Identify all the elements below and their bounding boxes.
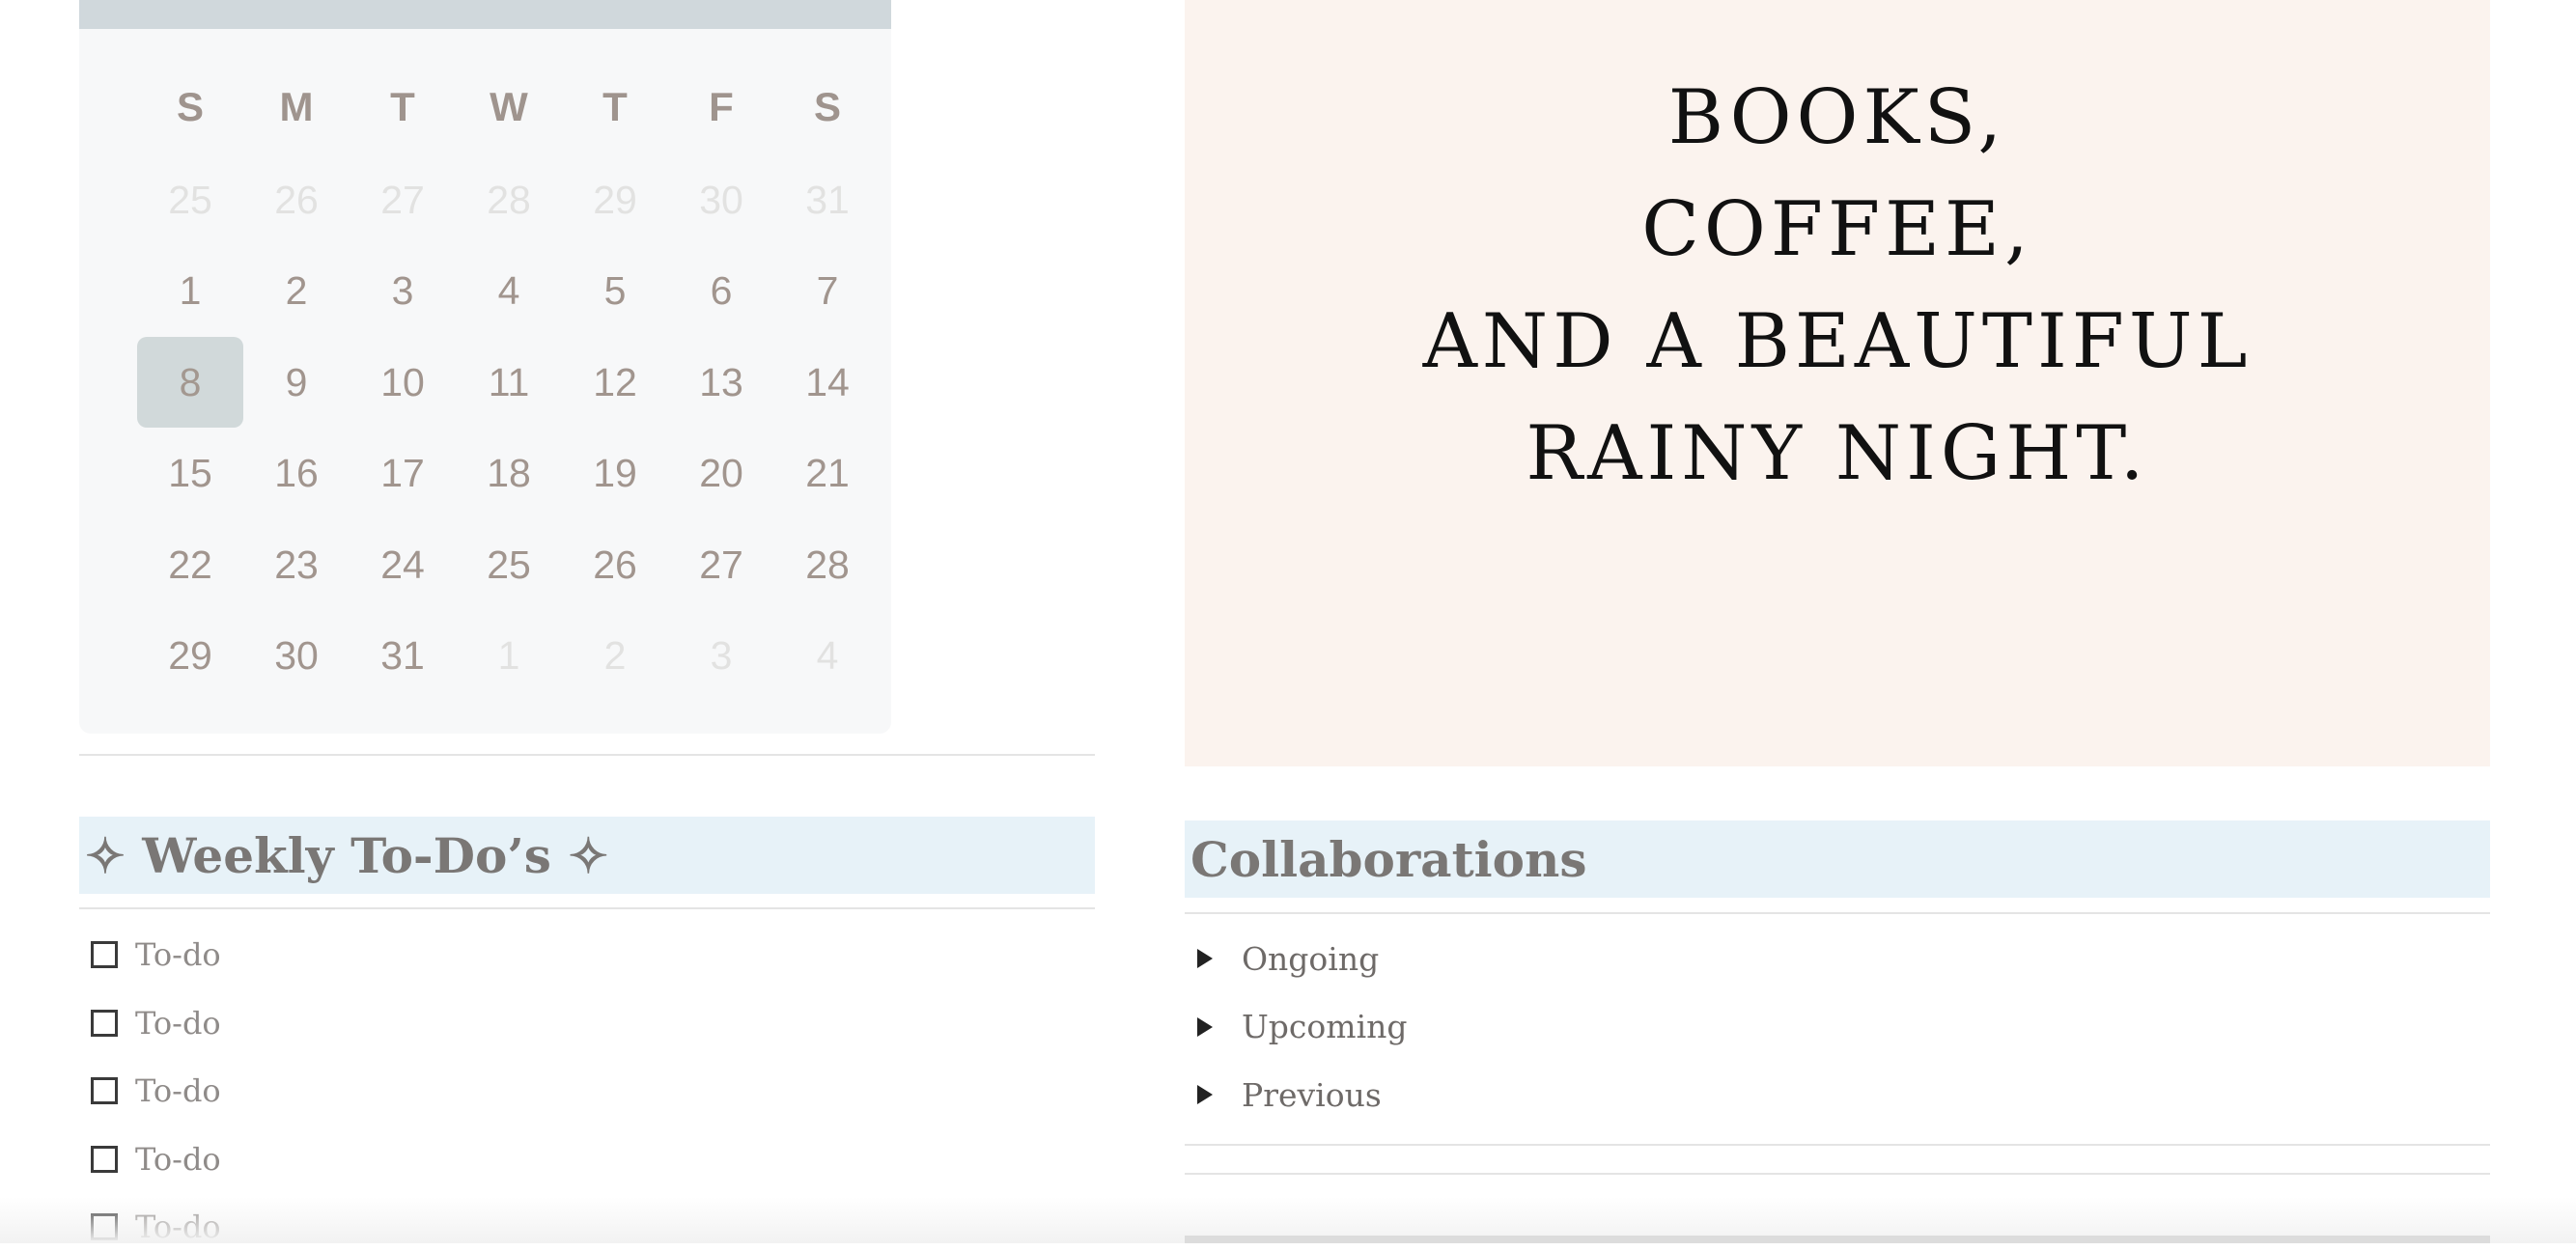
todo-checkbox[interactable]	[91, 1077, 118, 1104]
calendar-day[interactable]: 5	[562, 246, 668, 337]
calendar-day[interactable]: 30	[668, 154, 774, 245]
toggle-label[interactable]: Upcoming	[1242, 1008, 1408, 1045]
calendar-day[interactable]: 23	[243, 519, 350, 610]
quote-line: RAINY NIGHT.	[1526, 410, 2149, 497]
todo-item[interactable]: To-do	[91, 1067, 221, 1115]
calendar-day[interactable]: 2	[562, 611, 668, 702]
todo-item[interactable]: To-do	[91, 931, 221, 979]
toggle-label[interactable]: Ongoing	[1242, 940, 1379, 978]
divider	[1185, 1173, 2490, 1175]
calendar-day[interactable]: 1	[137, 246, 243, 337]
calendar-day[interactable]: 26	[243, 154, 350, 245]
calendar-day[interactable]: 13	[668, 337, 774, 428]
calendar-day[interactable]: 3	[350, 246, 456, 337]
calendar-day[interactable]: 14	[774, 337, 881, 428]
todo-checkbox[interactable]	[91, 1009, 118, 1037]
calendar-day[interactable]: 31	[774, 154, 881, 245]
calendar-widget: SMTWTFS 25 26 27 28 29 30 31 1 2 3 4 5 6 7 8 9 10 11 12 13 1…	[79, 0, 891, 734]
divider	[1185, 912, 2490, 914]
todo-item[interactable]: To-do	[91, 999, 221, 1047]
quote-line: BOOKS,	[1667, 74, 2007, 161]
calendar-day[interactable]: 15	[137, 429, 243, 519]
calendar-day[interactable]: 28	[774, 519, 881, 610]
quote-line: AND A BEAUTIFUL	[1422, 298, 2253, 385]
calendar-day[interactable]: 7	[774, 246, 881, 337]
weekday-label: T	[602, 84, 628, 129]
calendar-day[interactable]: 6	[668, 246, 774, 337]
calendar-weekday-header: SMTWTFS	[79, 62, 891, 154]
todo-item[interactable]: To-do	[91, 1135, 221, 1183]
calendar-day[interactable]: 25	[137, 154, 243, 245]
quote-text: BOOKS, COFFEE, AND A BEAUTIFUL RAINY NIGHT.	[1185, 62, 2490, 510]
collaborations-heading: Collaborations	[1185, 820, 2490, 898]
calendar-day[interactable]: 24	[350, 519, 456, 610]
calendar-day-today[interactable]: 8	[137, 337, 243, 428]
calendar-day[interactable]: 2	[243, 246, 350, 337]
calendar-day[interactable]: 11	[456, 337, 562, 428]
next-block-edge	[1185, 1236, 2490, 1243]
calendar-day[interactable]: 1	[456, 611, 562, 702]
weekday-label: F	[709, 84, 734, 129]
calendar-week-row: 25 26 27 28 29 30 31	[79, 154, 891, 245]
weekday-label: M	[279, 84, 314, 129]
toggle-arrow-icon[interactable]	[1197, 1016, 1213, 1037]
todo-label[interactable]: To-do	[135, 1072, 221, 1109]
weekday-label: W	[490, 84, 528, 129]
calendar-day[interactable]: 3	[668, 611, 774, 702]
calendar-day[interactable]: 27	[668, 519, 774, 610]
toggle-label[interactable]: Previous	[1242, 1076, 1382, 1114]
calendar-day[interactable]: 21	[774, 429, 881, 519]
quote-line: COFFEE,	[1641, 186, 2033, 273]
toggle-arrow-icon[interactable]	[1197, 1085, 1213, 1104]
divider	[1185, 1144, 2490, 1146]
weekday-label: S	[176, 84, 204, 129]
calendar-day[interactable]: 30	[243, 611, 350, 702]
calendar-week-row: 22 23 24 25 26 27 28	[79, 519, 891, 610]
divider	[79, 907, 1095, 909]
calendar-week-row: 15 16 17 18 19 20 21	[79, 429, 891, 519]
calendar-day[interactable]: 27	[350, 154, 456, 245]
calendar-week-row: 1234567	[79, 246, 891, 337]
calendar-day[interactable]: 18	[456, 429, 562, 519]
calendar-day[interactable]: 9	[243, 337, 350, 428]
todo-label[interactable]: To-do	[135, 1141, 221, 1178]
calendar-week-row: 29 30 31 1 2 3 4	[79, 611, 891, 702]
todo-label[interactable]: To-do	[135, 1005, 221, 1042]
toggle-previous[interactable]: Previous	[1197, 1070, 1382, 1119]
calendar-day[interactable]: 22	[137, 519, 243, 610]
calendar-day[interactable]: 19	[562, 429, 668, 519]
weekday-label: S	[813, 84, 841, 129]
quote-image: BOOKS, COFFEE, AND A BEAUTIFUL RAINY NIGHT.	[1185, 0, 2490, 766]
calendar-week-row: 8 9 10 11 12 13 14	[79, 337, 891, 428]
toggle-ongoing[interactable]: Ongoing	[1197, 934, 1379, 983]
calendar-day[interactable]: 16	[243, 429, 350, 519]
calendar-top-bar	[79, 0, 891, 29]
calendar-day[interactable]: 20	[668, 429, 774, 519]
calendar-day[interactable]: 29	[562, 154, 668, 245]
calendar-day[interactable]: 25	[456, 519, 562, 610]
divider	[79, 754, 1095, 756]
calendar-day[interactable]: 26	[562, 519, 668, 610]
todo-checkbox[interactable]	[91, 1145, 118, 1173]
calendar-day[interactable]: 29	[137, 611, 243, 702]
weekday-label: T	[390, 84, 415, 129]
toggle-arrow-icon[interactable]	[1197, 949, 1213, 968]
weekly-todos-heading: ✧ Weekly To-Do’s ✧	[79, 817, 1095, 894]
calendar-day[interactable]: 10	[350, 337, 456, 428]
toggle-upcoming[interactable]: Upcoming	[1197, 1003, 1408, 1051]
calendar-day[interactable]: 28	[456, 154, 562, 245]
todo-checkbox[interactable]	[91, 941, 118, 968]
calendar-day[interactable]: 4	[456, 246, 562, 337]
calendar-day[interactable]: 12	[562, 337, 668, 428]
calendar-day[interactable]: 4	[774, 611, 881, 702]
todo-label[interactable]: To-do	[135, 936, 221, 973]
calendar-day[interactable]: 17	[350, 429, 456, 519]
calendar-day[interactable]: 31	[350, 611, 456, 702]
